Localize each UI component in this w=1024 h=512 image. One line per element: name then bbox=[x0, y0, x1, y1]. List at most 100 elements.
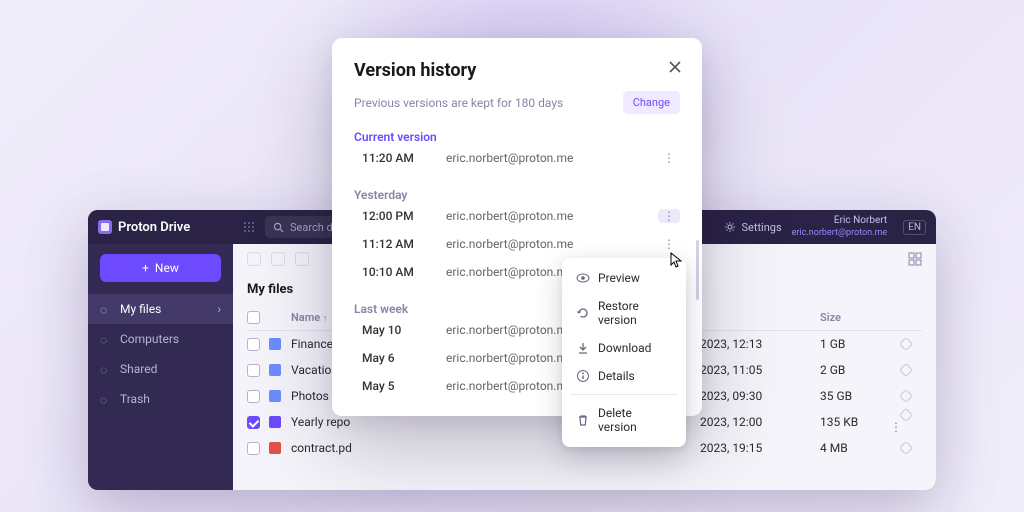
version-time: 11:20 AM bbox=[362, 151, 446, 165]
link-icon: ◌ bbox=[100, 363, 112, 375]
share-link-icon[interactable] bbox=[899, 363, 913, 377]
trash-icon: ◌ bbox=[100, 393, 112, 405]
sidebar-item-shared[interactable]: ◌ Shared bbox=[88, 354, 233, 384]
user-name: Eric Norbert bbox=[792, 215, 888, 228]
file-modified: 2023, 12:13 bbox=[700, 337, 820, 351]
menu-item-restore-version[interactable]: Restore version bbox=[568, 292, 680, 334]
version-email: eric.norbert@proton.me bbox=[446, 379, 573, 393]
menu-item-label: Delete version bbox=[598, 406, 672, 434]
version-section-header: Current version bbox=[354, 130, 680, 144]
version-time: May 5 bbox=[362, 379, 446, 393]
file-modified: 2023, 19:15 bbox=[700, 441, 820, 455]
context-menu: Preview Restore version Download Details Del… bbox=[562, 258, 686, 447]
select-all-checkbox[interactable] bbox=[247, 311, 260, 324]
file-size: 35 GB bbox=[820, 389, 890, 403]
menu-divider bbox=[570, 394, 678, 395]
modal-subtitle: Previous versions are kept for 180 days bbox=[354, 96, 563, 110]
sidebar-item-label: Computers bbox=[120, 332, 179, 346]
settings-label: Settings bbox=[741, 221, 781, 234]
sidebar-item-label: Shared bbox=[120, 362, 157, 376]
share-link-icon[interactable] bbox=[899, 441, 913, 455]
apps-icon[interactable] bbox=[243, 221, 255, 233]
sidebar-item-computers[interactable]: ◌ Computers bbox=[88, 324, 233, 354]
tool-icon-2[interactable] bbox=[271, 252, 285, 266]
cloud-icon: ◌ bbox=[100, 303, 112, 315]
sidebar: Proton Drive + New ◌My files›◌Computers◌… bbox=[88, 210, 233, 490]
menu-item-details[interactable]: Details bbox=[568, 362, 680, 390]
tool-icon-1[interactable] bbox=[247, 252, 261, 266]
more-icon[interactable]: ⋮ bbox=[658, 151, 680, 165]
version-row[interactable]: 11:20 AMeric.norbert@proton.me ⋮ bbox=[354, 144, 680, 172]
version-email: eric.norbert@proton.me bbox=[446, 323, 573, 337]
version-time: 11:12 AM bbox=[362, 237, 446, 251]
more-icon[interactable]: ⋮ bbox=[658, 237, 680, 251]
pdf-icon bbox=[269, 442, 281, 454]
close-icon[interactable] bbox=[666, 58, 684, 76]
share-link-icon[interactable] bbox=[899, 337, 913, 351]
folder-icon bbox=[269, 338, 281, 350]
sidebar-item-my-files[interactable]: ◌ My files › bbox=[88, 294, 233, 324]
menu-item-preview[interactable]: Preview bbox=[568, 264, 680, 292]
version-email: eric.norbert@proton.me bbox=[446, 351, 573, 365]
folder-icon bbox=[269, 364, 281, 376]
new-button[interactable]: + New bbox=[100, 254, 221, 282]
menu-item-label: Restore version bbox=[598, 299, 672, 327]
version-email: eric.norbert@proton.me bbox=[446, 237, 573, 251]
menu-item-label: Download bbox=[598, 341, 651, 355]
row-checkbox[interactable] bbox=[247, 390, 260, 403]
logo-icon bbox=[98, 220, 112, 234]
file-modified: 2023, 09:30 bbox=[700, 389, 820, 403]
download-icon bbox=[576, 341, 590, 355]
version-time: May 6 bbox=[362, 351, 446, 365]
file-size: 4 MB bbox=[820, 441, 890, 455]
menu-item-delete-version[interactable]: Delete version bbox=[568, 399, 680, 441]
folder-icon bbox=[269, 390, 281, 402]
sidebar-item-trash[interactable]: ◌Trash bbox=[88, 384, 233, 414]
version-time: 10:10 AM bbox=[362, 265, 446, 279]
info-icon bbox=[576, 369, 590, 383]
eye-icon bbox=[576, 271, 590, 285]
row-more-icon[interactable]: ⋮ bbox=[890, 420, 902, 434]
version-time: 12:00 PM bbox=[362, 209, 446, 223]
version-email: eric.norbert@proton.me bbox=[446, 209, 573, 223]
trash-icon bbox=[576, 413, 590, 427]
file-modified: 2023, 12:00 bbox=[700, 415, 820, 429]
brand-name: Proton Drive bbox=[118, 220, 190, 235]
row-checkbox[interactable] bbox=[247, 442, 260, 455]
restore-icon bbox=[576, 306, 590, 320]
version-email: eric.norbert@proton.me bbox=[446, 151, 573, 165]
file-size: 1 GB bbox=[820, 337, 890, 351]
doc-icon bbox=[269, 416, 281, 428]
scrollbar[interactable] bbox=[696, 240, 699, 300]
version-row[interactable]: 12:00 PMeric.norbert@proton.me ⋮ bbox=[354, 202, 680, 230]
version-email: eric.norbert@proton.me bbox=[446, 265, 573, 279]
gear-icon bbox=[724, 221, 736, 233]
search-icon bbox=[273, 222, 284, 233]
more-icon[interactable]: ⋮ bbox=[658, 209, 680, 223]
plus-icon: + bbox=[142, 261, 149, 275]
new-button-label: New bbox=[155, 261, 179, 275]
row-checkbox[interactable] bbox=[247, 364, 260, 377]
row-checkbox[interactable] bbox=[247, 338, 260, 351]
language-badge[interactable]: EN bbox=[903, 220, 926, 235]
menu-item-label: Details bbox=[598, 369, 635, 383]
tool-icon-3[interactable] bbox=[295, 252, 309, 266]
row-checkbox[interactable] bbox=[247, 416, 260, 429]
monitor-icon: ◌ bbox=[100, 333, 112, 345]
share-link-icon[interactable] bbox=[899, 389, 913, 403]
change-button[interactable]: Change bbox=[623, 91, 680, 114]
grid-view-icon[interactable] bbox=[908, 252, 922, 266]
sidebar-item-label: My files bbox=[120, 302, 161, 316]
version-row[interactable]: 11:12 AMeric.norbert@proton.me ⋮ bbox=[354, 230, 680, 258]
modal-subtitle-row: Previous versions are kept for 180 days … bbox=[354, 91, 680, 114]
settings-link[interactable]: Settings bbox=[724, 221, 781, 234]
file-modified: 2023, 11:05 bbox=[700, 363, 820, 377]
modal-title: Version history bbox=[354, 60, 680, 81]
chevron-right-icon: › bbox=[217, 302, 221, 316]
cursor-icon bbox=[670, 252, 684, 268]
user-block[interactable]: Eric Norbert eric.norbert@proton.me bbox=[792, 215, 888, 239]
version-time: May 10 bbox=[362, 323, 446, 337]
menu-item-download[interactable]: Download bbox=[568, 334, 680, 362]
file-size: 2 GB bbox=[820, 363, 890, 377]
col-size[interactable]: Size bbox=[820, 311, 890, 324]
